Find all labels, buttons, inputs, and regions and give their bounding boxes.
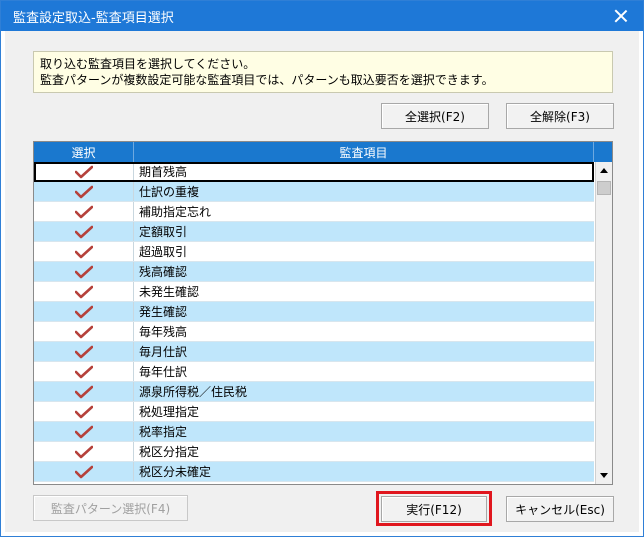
table-row[interactable]: 残高確認 — [34, 262, 594, 282]
vertical-scrollbar[interactable] — [595, 162, 612, 484]
table-row[interactable]: 仕訳の重複 — [34, 182, 594, 202]
table-row[interactable]: 超過取引 — [34, 242, 594, 262]
checkmark-icon — [74, 265, 93, 278]
audit-item-label: 補助指定忘れ — [139, 205, 212, 219]
audit-item-label: 源泉所得税／住民税 — [139, 385, 248, 399]
checkmark-icon — [74, 185, 93, 198]
checkmark-icon — [74, 165, 93, 178]
select-cell[interactable] — [34, 422, 134, 441]
table-row[interactable]: 毎年残高 — [34, 322, 594, 342]
table-row[interactable]: 補助指定忘れ — [34, 202, 594, 222]
audit-item-label: 毎年仕訳 — [139, 365, 188, 379]
select-cell[interactable] — [34, 342, 134, 361]
checkmark-icon — [74, 305, 93, 318]
table-row[interactable]: 定額取引 — [34, 222, 594, 242]
audit-item-label: 毎年残高 — [139, 325, 188, 339]
table-row[interactable]: 毎月仕訳 — [34, 342, 594, 362]
checkmark-icon — [74, 245, 93, 258]
scroll-down-button[interactable] — [596, 467, 612, 484]
close-icon — [615, 10, 627, 22]
select-cell[interactable] — [34, 322, 134, 341]
arrow-up-icon — [600, 168, 608, 173]
select-cell[interactable] — [34, 302, 134, 321]
audit-item-label: 期首残高 — [139, 165, 188, 179]
column-header-audit-item[interactable]: 監査項目 — [134, 142, 594, 162]
instruction-line-1: 取り込む監査項目を選択してください。 — [40, 57, 256, 71]
close-button[interactable] — [599, 1, 643, 31]
select-cell[interactable] — [34, 162, 134, 181]
audit-item-label: 定額取引 — [139, 225, 188, 239]
checkmark-icon — [74, 465, 93, 478]
checkmark-icon — [74, 325, 93, 338]
table-row[interactable]: 未発生確認 — [34, 282, 594, 302]
deselect-all-button[interactable]: 全解除(F3) — [506, 103, 614, 129]
instruction-line-2: 監査パターンが複数設定可能な監査項目では、パターンも取込要否を選択できます。 — [40, 73, 494, 87]
table-row[interactable]: 源泉所得税／住民税 — [34, 382, 594, 402]
audit-item-label: 超過取引 — [139, 245, 188, 259]
scroll-thumb[interactable] — [597, 181, 611, 195]
table-row[interactable]: 毎年仕訳 — [34, 362, 594, 382]
checkmark-icon — [74, 405, 93, 418]
audit-item-label: 毎月仕訳 — [139, 345, 188, 359]
title-bar[interactable]: 監査設定取込-監査項目選択 — [1, 1, 643, 31]
audit-item-grid[interactable]: 選択 監査項目 期首残高仕訳の重複補助指定忘れ 定額取引超過取引残高確認未発生確認… — [33, 141, 613, 485]
select-cell[interactable] — [34, 242, 134, 261]
audit-item-label: 未発生確認 — [139, 285, 200, 299]
table-row[interactable]: 税率指定 — [34, 422, 594, 442]
column-header-select[interactable]: 選択 — [34, 142, 134, 162]
select-cell[interactable] — [34, 402, 134, 421]
checkmark-icon — [74, 225, 93, 238]
dialog-window: 監査設定取込-監査項目選択 取り込む監査項目を選択してください。 監査パターンが… — [0, 0, 644, 537]
window-title: 監査設定取込-監査項目選択 — [13, 11, 174, 26]
audit-item-label: 税処理指定 — [139, 405, 200, 419]
select-cell[interactable] — [34, 362, 134, 381]
audit-item-label: 税率指定 — [139, 425, 188, 439]
select-cell[interactable] — [34, 382, 134, 401]
scroll-up-button[interactable] — [596, 162, 612, 179]
select-cell[interactable] — [34, 282, 134, 301]
checkmark-icon — [74, 425, 93, 438]
audit-item-label: 仕訳の重複 — [139, 185, 200, 199]
audit-item-label: 残高確認 — [139, 265, 188, 279]
select-cell[interactable] — [34, 262, 134, 281]
table-row[interactable]: 税区分未確定 — [34, 462, 594, 482]
column-header-spacer — [594, 142, 612, 162]
grid-header: 選択 監査項目 — [34, 142, 612, 162]
table-row[interactable]: 税区分指定 — [34, 442, 594, 462]
audit-item-label: 税区分指定 — [139, 445, 200, 459]
arrow-down-icon — [600, 473, 608, 478]
grid-rows: 期首残高仕訳の重複補助指定忘れ 定額取引超過取引残高確認未発生確認発生確認毎年残高… — [34, 162, 594, 484]
cancel-button[interactable]: キャンセル(Esc) — [506, 496, 614, 522]
select-cell[interactable] — [34, 222, 134, 241]
select-cell[interactable] — [34, 182, 134, 201]
select-cell[interactable] — [34, 462, 134, 481]
table-row[interactable]: 税処理指定 — [34, 402, 594, 422]
table-row[interactable]: 発生確認 — [34, 302, 594, 322]
audit-item-label: 税区分未確定 — [139, 465, 212, 479]
checkmark-icon — [74, 285, 93, 298]
execute-button[interactable]: 実行(F12) — [381, 496, 487, 522]
select-cell[interactable] — [34, 442, 134, 461]
checkmark-icon — [74, 445, 93, 458]
checkmark-icon — [74, 205, 93, 218]
pattern-select-button[interactable]: 監査パターン選択(F4) — [33, 495, 188, 521]
table-row[interactable]: 期首残高 — [34, 162, 594, 182]
instruction-box: 取り込む監査項目を選択してください。 監査パターンが複数設定可能な監査項目では、… — [33, 51, 613, 93]
checkmark-icon — [74, 365, 93, 378]
checkmark-icon — [74, 345, 93, 358]
audit-item-label: 発生確認 — [139, 305, 188, 319]
select-cell[interactable] — [34, 202, 134, 221]
checkmark-icon — [74, 385, 93, 398]
select-all-button[interactable]: 全選択(F2) — [381, 103, 489, 129]
